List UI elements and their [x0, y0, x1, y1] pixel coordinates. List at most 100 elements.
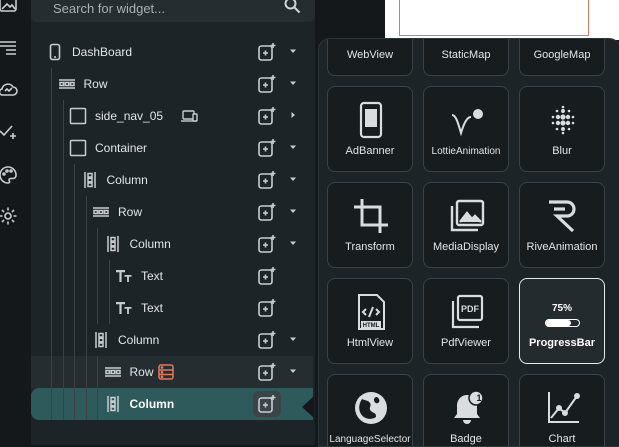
add-child-widget-button[interactable] — [257, 202, 277, 222]
row-icon — [92, 203, 110, 221]
chevron-down-icon[interactable] — [288, 78, 298, 88]
add-child-widget-button[interactable] — [257, 298, 277, 318]
cloud-icon[interactable] — [0, 79, 18, 99]
widget-tile-lottieanimation[interactable]: LottieAnimation — [423, 86, 509, 172]
tree-node[interactable]: side_nav_05 — [31, 100, 313, 132]
widget-tile-blur[interactable]: Blur — [519, 86, 605, 172]
widget-tile-pdfviewer[interactable]: PDF PdfViewer — [423, 278, 509, 364]
tree-node-label: Row — [129, 365, 154, 379]
add-child-widget-button[interactable] — [257, 362, 277, 382]
tree-node-label: Text — [141, 269, 164, 283]
list-icon[interactable] — [0, 37, 18, 57]
tree-guide-line — [108, 260, 110, 292]
check-plus-icon[interactable] — [0, 121, 18, 141]
chevron-down-icon[interactable] — [288, 366, 298, 376]
add-child-widget-button[interactable] — [257, 234, 277, 254]
chevron-down-icon[interactable] — [288, 238, 298, 248]
add-child-widget-button[interactable] — [257, 106, 277, 126]
add-child-widget-button[interactable] — [257, 170, 277, 190]
tree-node[interactable]: Column — [31, 324, 313, 356]
chevron-down-icon[interactable] — [288, 174, 298, 184]
tree-guide-line — [97, 228, 98, 260]
add-child-widget-button[interactable] — [257, 330, 277, 350]
chart-icon — [544, 389, 582, 427]
widget-tile-label: RiveAnimation — [526, 241, 598, 253]
search-icon[interactable] — [283, 0, 301, 14]
widget-tile-label: LottieAnimation — [431, 146, 501, 157]
widget-tile-mediadisplay[interactable]: MediaDisplay — [423, 182, 509, 268]
chevron-down-icon[interactable] — [288, 142, 298, 152]
palette-icon[interactable] — [0, 165, 18, 185]
widget-tile-staticmap[interactable]: StaticMap — [423, 39, 509, 76]
blur-icon — [544, 101, 582, 139]
add-child-widget-button[interactable] — [257, 138, 277, 158]
tree-node[interactable]: Container — [31, 132, 313, 164]
tree-node[interactable]: Row — [31, 356, 313, 388]
tree-guide-line — [97, 260, 98, 292]
add-child-widget-button[interactable] — [257, 266, 277, 286]
column-icon — [81, 171, 99, 189]
search-input[interactable] — [53, 0, 273, 16]
tree-guide-line — [62, 388, 64, 420]
widget-tile-webview[interactable]: WebView — [327, 39, 413, 76]
widget-tile-chart[interactable]: Chart — [519, 374, 605, 446]
tree-guide-line — [85, 388, 87, 420]
image-icon[interactable] — [0, 0, 18, 14]
tree-node[interactable]: Column — [31, 164, 313, 196]
widget-tile-adbanner[interactable]: AdBanner — [327, 86, 413, 172]
tree-node[interactable]: Text — [31, 260, 313, 292]
chevron-down-icon[interactable] — [288, 334, 298, 344]
laptop-icon — [180, 107, 198, 125]
widget-tile-label: StaticMap — [441, 49, 491, 61]
tree-node[interactable]: Row — [31, 196, 313, 228]
tree-guide-line — [74, 260, 75, 292]
tree-node[interactable]: Row — [31, 68, 313, 100]
add-child-widget-button[interactable] — [253, 391, 281, 417]
pdf-icon: PDF — [448, 293, 486, 331]
progress-percent-label: 75% — [551, 303, 572, 314]
chevron-down-icon[interactable] — [288, 46, 298, 56]
canvas-page-preview[interactable] — [385, 0, 619, 40]
widget-tile-badge[interactable]: 1 Badge — [423, 374, 509, 446]
widget-tile-label: HtmlView — [346, 337, 394, 349]
widget-tile-label: AdBanner — [345, 145, 395, 157]
add-child-widget-button[interactable] — [257, 42, 277, 62]
tree-guide-line — [62, 228, 64, 260]
row-icon — [104, 363, 122, 381]
tree-guide-line — [85, 324, 87, 356]
widget-tile-progressbar[interactable]: 75% ProgressBar — [519, 278, 605, 364]
tree-guide-line — [62, 132, 64, 164]
tree-node[interactable]: Text — [31, 292, 313, 324]
tree-guide-line — [51, 196, 52, 228]
tree-node[interactable]: Column — [31, 228, 313, 260]
widget-tile-label: Badge — [450, 433, 482, 445]
tree-guide-line — [74, 356, 75, 388]
tree-node[interactable]: DashBoard — [31, 36, 313, 68]
widget-tile-label: Blur — [552, 145, 572, 157]
tree-node[interactable]: Column — [31, 388, 313, 420]
add-child-widget-button[interactable] — [257, 74, 277, 94]
settings-icon[interactable] — [0, 206, 18, 226]
phone-icon — [46, 43, 64, 61]
search-bar — [31, 0, 315, 22]
tree-guide-line — [51, 164, 52, 196]
row-icon — [58, 75, 76, 93]
tree-guide-line — [85, 356, 87, 388]
widget-tile-label: MediaDisplay — [432, 241, 500, 253]
tree-node-label: Text — [141, 301, 164, 315]
tree-node-label: Column — [129, 397, 175, 411]
tree-guide-line — [51, 132, 52, 164]
chevron-right-icon[interactable] — [288, 110, 298, 120]
widget-tile-riveanimation[interactable]: RiveAnimation — [519, 182, 605, 268]
tree-guide-line — [51, 228, 52, 260]
media-icon — [448, 197, 486, 235]
tree-node-label: Container — [95, 141, 148, 155]
chevron-down-icon[interactable] — [288, 206, 298, 216]
list-orange-icon — [157, 363, 175, 381]
widget-tile-languageselector[interactable]: LanguageSelector — [327, 374, 413, 446]
widget-picker-popover: WebView StaticMap GoogleMap AdBanner LottieA… — [318, 38, 619, 447]
tree-guide-line — [62, 260, 64, 292]
widget-tile-googlemap[interactable]: GoogleMap — [519, 39, 605, 76]
widget-tile-transform[interactable]: Transform — [327, 182, 413, 268]
widget-tile-htmlview[interactable]: HTML HtmlView — [327, 278, 413, 364]
